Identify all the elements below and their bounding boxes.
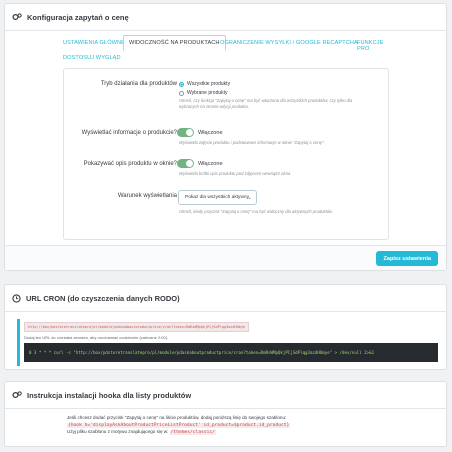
- cron-panel: URL CRON (do czyszczenia danych RODO) ht…: [4, 284, 447, 370]
- tab-customize-appearance[interactable]: DOSTOSUJ WYGLĄD: [63, 55, 121, 61]
- show-info-state: Włączone: [198, 130, 223, 136]
- radio-selected-products[interactable]: [179, 90, 184, 96]
- display-condition-select[interactable]: Pokaż dla wszystkich aktywny ⌄: [178, 190, 257, 205]
- tab-product-visibility[interactable]: WIDOCZNOŚĆ NA PRODUKTACH: [123, 35, 226, 51]
- clock-icon: [12, 293, 21, 303]
- config-panel: Konfiguracja zapytań o cenę USTAWIENIA G…: [4, 3, 447, 271]
- mode-option-selected-label: Wybrane produkty: [187, 90, 228, 96]
- cron-note: Dodaj ten URL do crontaba serwera, aby u…: [24, 335, 169, 340]
- tab-main-settings[interactable]: USTAWIENIA GŁÓWNE: [63, 40, 125, 46]
- show-desc-label: Pokazywać opis produktu w oknie?: [83, 161, 177, 167]
- hook-template-text: Użyj pliku szablonu z motywu znajdująceg…: [67, 429, 169, 434]
- config-panel-title: Konfiguracja zapytań o cenę: [27, 12, 129, 22]
- mode-option-all-label: Wszystkie produkty: [187, 81, 231, 87]
- visibility-form: Tryb działania dla produktów Wszystkie p…: [63, 68, 389, 240]
- mode-label: Tryb działania dla produktów: [100, 81, 177, 87]
- chevron-down-icon: ⌄: [246, 195, 252, 201]
- display-condition-help: Określ, kiedy przycisk "Zapytaj o cenę" …: [179, 209, 334, 214]
- mode-option-all[interactable]: Wszystkie produkty: [179, 81, 230, 87]
- cron-url[interactable]: http://box/pdstoretranslatepro/pl/module…: [24, 322, 250, 332]
- hook-template-path: /themes/classic/: [169, 430, 216, 435]
- hook-panel-title: Instrukcja instalacji hooka dla listy pr…: [27, 390, 192, 400]
- cogs-icon: [12, 391, 22, 399]
- save-settings-button[interactable]: Zapisz ustawienia: [376, 251, 438, 266]
- hook-code[interactable]: {hook h='displayAskAboutProductPriceList…: [67, 423, 291, 428]
- display-condition-label: Warunek wyświetlania: [117, 193, 177, 199]
- cron-command[interactable]: 0 3 * * * curl -s "http://box/pdstoretra…: [24, 343, 438, 362]
- mode-help: Określ, czy funkcja "Zapytaj o cenę" ma …: [179, 98, 353, 109]
- show-desc-state: Włączone: [198, 161, 223, 167]
- display-condition-value: Pokaż dla wszystkich aktywny: [185, 195, 249, 200]
- panel-footer: Zapisz ustawienia: [5, 245, 446, 270]
- show-info-label: Wyświetlać informacje o produkcie?: [81, 130, 177, 136]
- hook-panel: Instrukcja instalacji hooka dla listy pr…: [4, 381, 447, 447]
- show-desc-toggle[interactable]: [177, 159, 194, 168]
- cron-info-block: http://box/pdstoretranslatepro/pl/module…: [17, 319, 444, 366]
- tab-pro-features[interactable]: FUNKCJE PRO: [357, 40, 396, 52]
- radio-all-products[interactable]: [179, 81, 184, 87]
- cron-panel-title: URL CRON (do czyszczenia danych RODO): [26, 293, 180, 303]
- cogs-icon: [12, 13, 22, 21]
- show-desc-help: Wyświetla krótki opis produktu pod zdjęc…: [179, 171, 292, 176]
- cron-panel-header: URL CRON (do czyszczenia danych RODO): [5, 285, 446, 312]
- show-info-toggle[interactable]: [177, 128, 194, 137]
- hook-template-line: Użyj pliku szablonu z motywu znajdująceg…: [67, 429, 216, 435]
- hook-panel-header: Instrukcja instalacji hooka dla listy pr…: [5, 382, 446, 409]
- mode-option-selected[interactable]: Wybrane produkty: [179, 90, 228, 96]
- tab-shipping-recaptcha[interactable]: OGRANICZENIE WYSYŁKI / GOOGLE RECAPTCHA: [220, 40, 358, 46]
- show-info-help: Wyświetla zdjęcie produktu i podstawowe …: [179, 140, 325, 145]
- hook-instruction-line1: Jeśli chcesz dodać przycisk "Zapytaj o c…: [67, 415, 287, 420]
- config-panel-header: Konfiguracja zapytań o cenę: [5, 4, 446, 31]
- hook-code-line: {hook h='displayAskAboutProductPriceList…: [67, 422, 291, 428]
